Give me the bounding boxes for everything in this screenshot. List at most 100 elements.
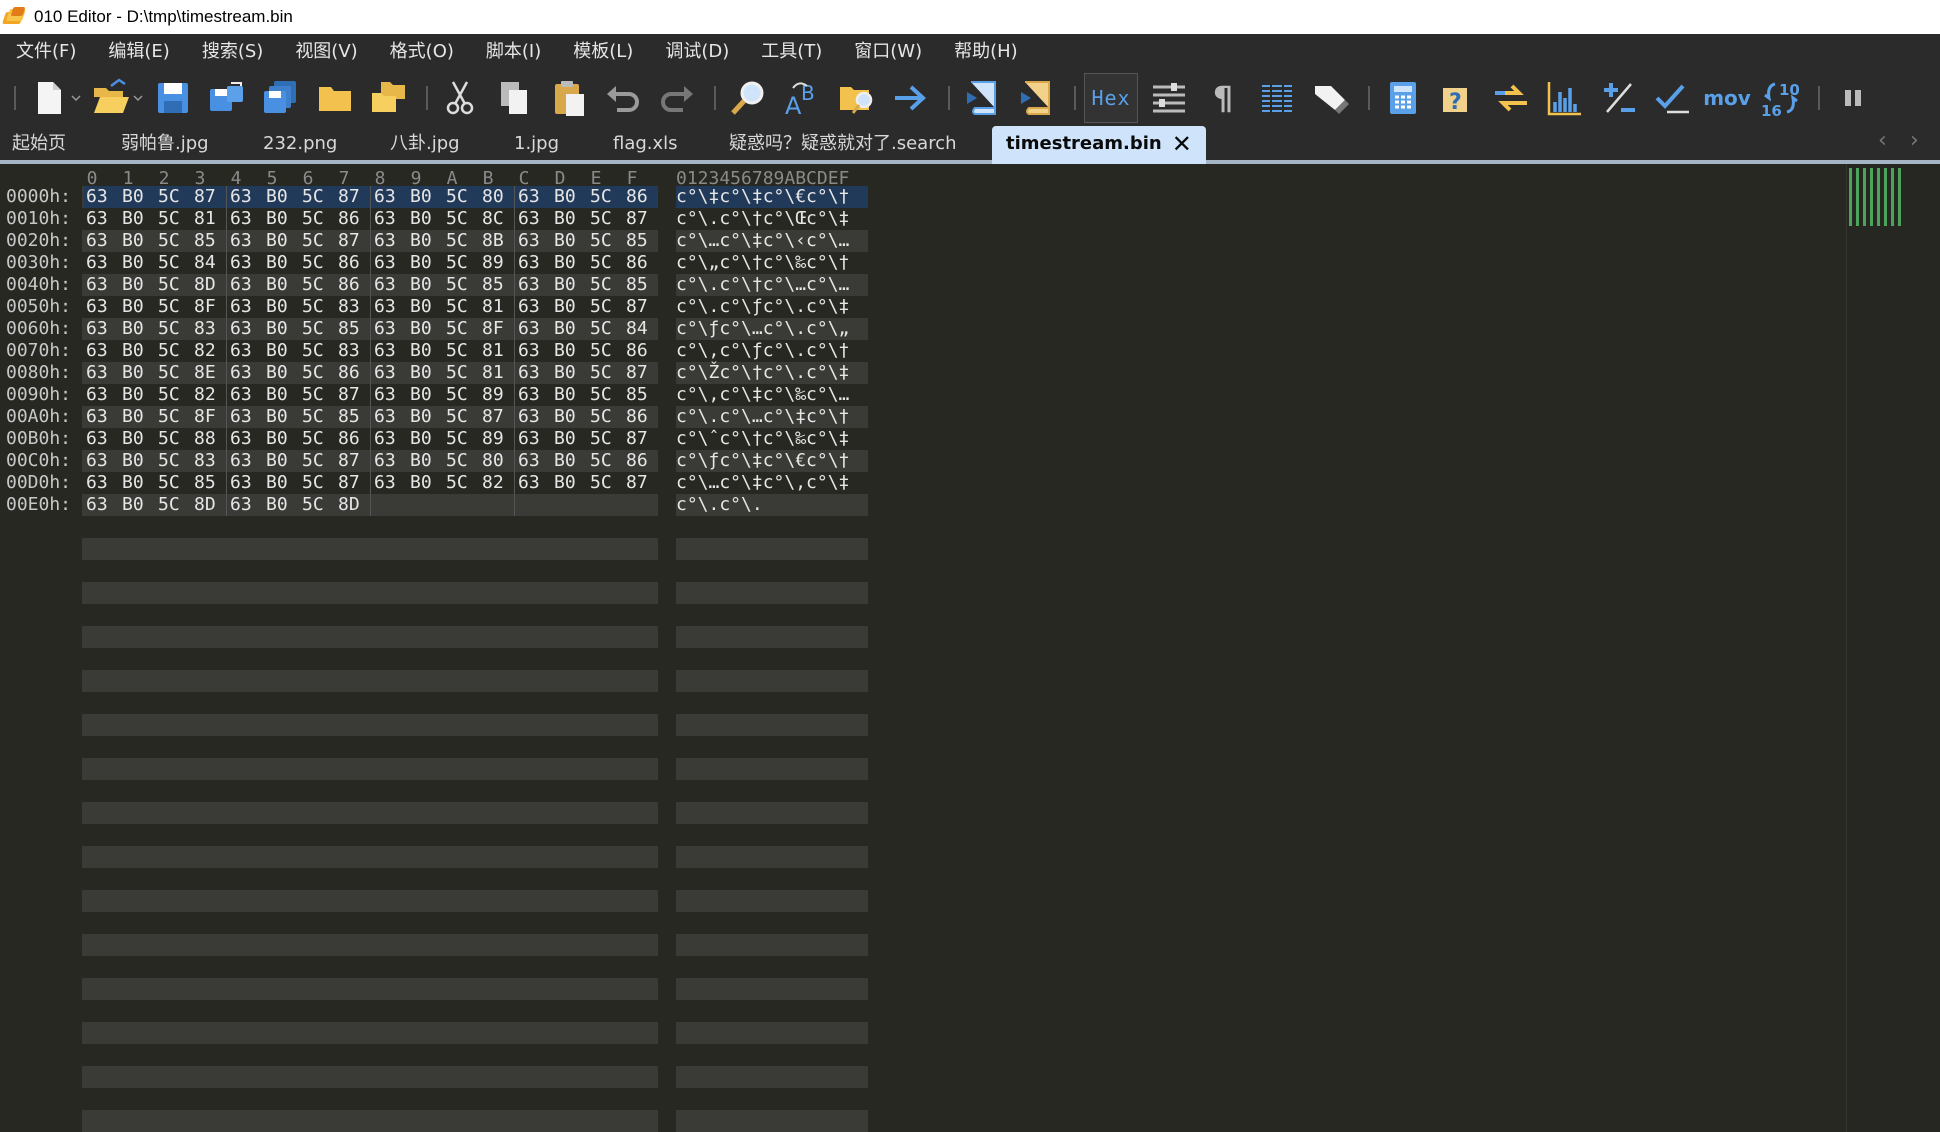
hex-mode-toggle[interactable]: Hex xyxy=(1084,73,1138,123)
find-in-files-button[interactable] xyxy=(832,73,882,123)
hex-byte[interactable]: 63 xyxy=(86,362,120,383)
hex-byte[interactable]: B0 xyxy=(266,318,300,339)
column-settings-button[interactable] xyxy=(1144,73,1194,123)
hex-byte[interactable]: 5C xyxy=(158,406,192,427)
hex-byte[interactable]: 63 xyxy=(374,362,408,383)
hex-byte[interactable]: 5C xyxy=(302,208,336,229)
save-button[interactable] xyxy=(148,73,198,123)
ascii-text[interactable]: c°\‚c°\ƒc°\.c°\† xyxy=(676,340,849,361)
hex-byte[interactable]: 5C xyxy=(158,340,192,361)
hex-byte[interactable]: B0 xyxy=(122,406,156,427)
hex-byte[interactable]: B0 xyxy=(122,428,156,449)
hex-byte[interactable]: 63 xyxy=(86,186,120,207)
hex-byte[interactable]: 87 xyxy=(338,186,372,207)
hex-byte[interactable]: 89 xyxy=(482,384,516,405)
hex-byte[interactable]: 83 xyxy=(338,340,372,361)
hex-byte[interactable]: 5C xyxy=(590,406,624,427)
hex-byte[interactable]: 5C xyxy=(302,428,336,449)
ascii-text[interactable]: c°\…c°\‡c°\‚c°\‡ xyxy=(676,472,849,493)
tab-search-results[interactable]: 疑惑吗？疑惑就对了.search xyxy=(729,126,957,162)
hex-byte[interactable]: 8D xyxy=(194,494,228,515)
hex-byte[interactable]: 87 xyxy=(338,230,372,251)
hex-byte[interactable]: B0 xyxy=(554,362,588,383)
hex-byte[interactable]: 63 xyxy=(86,296,120,317)
menu-view[interactable]: 视图(V) xyxy=(279,34,373,70)
hex-byte[interactable]: 87 xyxy=(626,472,660,493)
hex-byte[interactable]: 63 xyxy=(230,186,264,207)
hex-byte[interactable]: 84 xyxy=(194,252,228,273)
hex-byte[interactable]: 5C xyxy=(590,318,624,339)
hex-byte[interactable]: 5C xyxy=(302,384,336,405)
hex-byte[interactable]: B0 xyxy=(410,472,444,493)
hex-byte[interactable]: 5C xyxy=(158,252,192,273)
validate-button[interactable] xyxy=(1648,73,1698,123)
open-file-button[interactable] xyxy=(86,73,136,123)
hex-byte[interactable]: 63 xyxy=(230,406,264,427)
hex-byte[interactable]: B0 xyxy=(266,428,300,449)
hex-byte[interactable]: 5C xyxy=(158,296,192,317)
hex-byte[interactable]: 63 xyxy=(374,186,408,207)
ascii-text[interactable]: c°\…c°\‡c°\‹c°\… xyxy=(676,230,849,251)
hex-byte[interactable]: B0 xyxy=(554,252,588,273)
menu-debug[interactable]: 调试(D) xyxy=(649,34,745,70)
menu-template[interactable]: 模板(L) xyxy=(557,34,649,70)
hex-byte[interactable]: 63 xyxy=(230,318,264,339)
hex-byte[interactable]: 63 xyxy=(230,384,264,405)
hex-byte[interactable]: B0 xyxy=(266,406,300,427)
hex-byte[interactable]: 63 xyxy=(518,362,552,383)
hex-byte[interactable]: 85 xyxy=(194,230,228,251)
hex-byte[interactable]: 63 xyxy=(86,384,120,405)
ascii-text[interactable]: c°\ƒc°\…c°\.c°\„ xyxy=(676,318,849,339)
hex-byte[interactable]: 63 xyxy=(86,208,120,229)
hex-byte[interactable]: 63 xyxy=(518,186,552,207)
hex-byte[interactable]: 5C xyxy=(590,450,624,471)
ascii-text[interactable]: c°\Žc°\†c°\.c°\‡ xyxy=(676,362,849,383)
hex-byte[interactable]: 83 xyxy=(338,296,372,317)
hex-byte[interactable]: 63 xyxy=(374,208,408,229)
hex-byte[interactable]: 81 xyxy=(482,296,516,317)
hex-byte[interactable]: B0 xyxy=(266,208,300,229)
tab-scroll-right-icon[interactable]: › xyxy=(1910,128,1919,153)
hex-byte[interactable]: B0 xyxy=(410,318,444,339)
hex-byte[interactable]: 82 xyxy=(194,384,228,405)
replace-button[interactable]: AB xyxy=(778,73,828,123)
hex-byte[interactable]: 5C xyxy=(590,428,624,449)
hex-byte[interactable]: B0 xyxy=(122,252,156,273)
run-script-button[interactable] xyxy=(958,73,1008,123)
hex-byte[interactable]: 63 xyxy=(230,494,264,515)
hex-byte[interactable]: 87 xyxy=(338,472,372,493)
hex-byte[interactable]: 63 xyxy=(518,230,552,251)
hex-byte[interactable]: 5C xyxy=(446,362,480,383)
hex-byte[interactable]: B0 xyxy=(410,252,444,273)
hex-byte[interactable]: 63 xyxy=(374,450,408,471)
hex-byte[interactable]: 5C xyxy=(302,340,336,361)
hex-byte[interactable]: B0 xyxy=(266,494,300,515)
hex-byte[interactable]: 63 xyxy=(518,340,552,361)
ascii-text[interactable]: c°\.c°\†c°\Œc°\‡ xyxy=(676,208,849,229)
tab-start-page[interactable]: 起始页 xyxy=(12,126,66,162)
hex-byte[interactable]: 5C xyxy=(590,362,624,383)
hex-byte[interactable]: 63 xyxy=(518,472,552,493)
hex-byte[interactable]: 63 xyxy=(518,406,552,427)
hex-byte[interactable]: 88 xyxy=(194,428,228,449)
menu-search[interactable]: 搜索(S) xyxy=(186,34,279,70)
ascii-text[interactable]: c°\‡c°\‡c°\€c°\† xyxy=(676,186,849,207)
disassembler-button[interactable]: mov xyxy=(1702,73,1752,123)
hex-byte[interactable]: B0 xyxy=(410,384,444,405)
hex-byte[interactable]: B0 xyxy=(410,274,444,295)
compare-button[interactable] xyxy=(1486,73,1536,123)
hex-byte[interactable]: 63 xyxy=(518,318,552,339)
hex-byte[interactable]: 5C xyxy=(158,186,192,207)
hex-byte[interactable]: 63 xyxy=(518,384,552,405)
goto-button[interactable] xyxy=(886,73,936,123)
hex-byte[interactable]: 63 xyxy=(374,252,408,273)
hex-byte[interactable]: 5C xyxy=(302,494,336,515)
hex-byte[interactable]: 5C xyxy=(590,230,624,251)
calculator-button[interactable] xyxy=(1378,73,1428,123)
hex-byte[interactable]: B0 xyxy=(122,472,156,493)
hex-byte[interactable]: 5C xyxy=(158,230,192,251)
hex-byte[interactable]: 87 xyxy=(626,362,660,383)
hex-byte[interactable]: 8E xyxy=(194,362,228,383)
hex-byte[interactable]: 63 xyxy=(86,406,120,427)
tab-file[interactable]: 弱帕鲁.jpg xyxy=(121,126,209,162)
